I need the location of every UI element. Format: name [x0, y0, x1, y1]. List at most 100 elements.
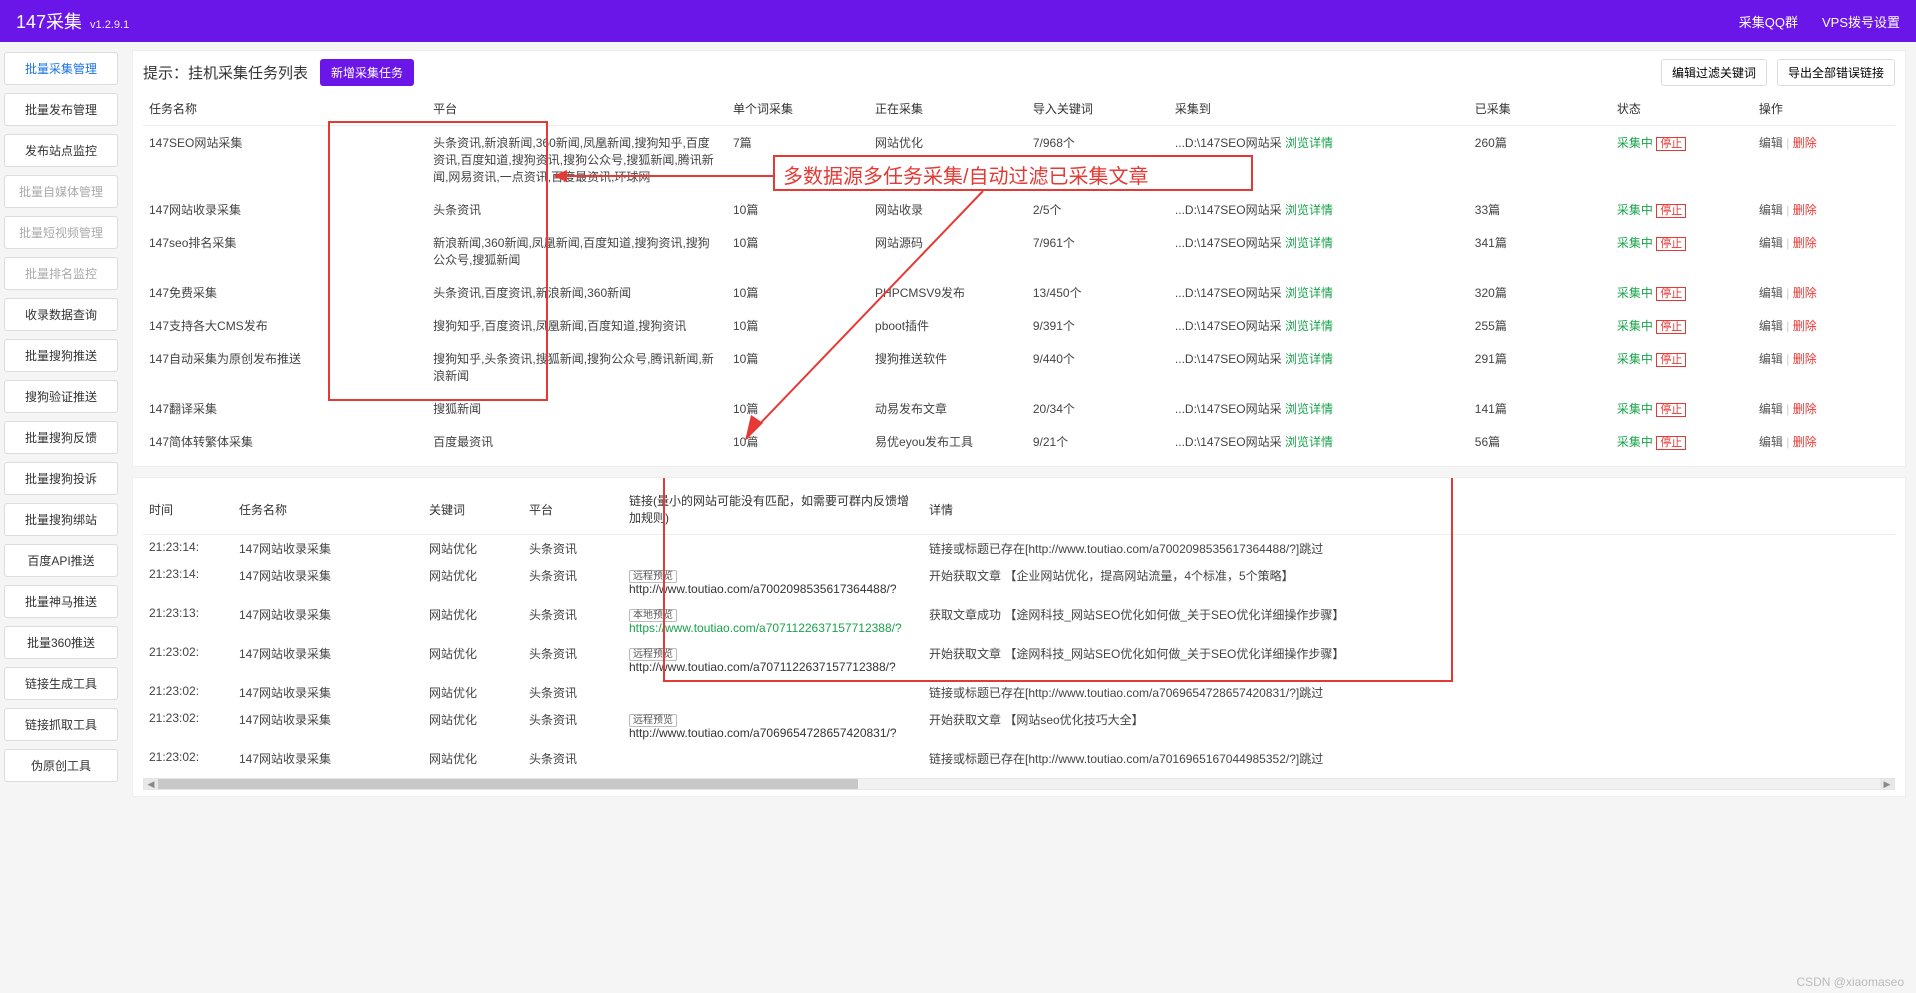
sidebar-item-16[interactable]: 链接抓取工具 [4, 708, 118, 741]
edit-link[interactable]: 编辑 [1759, 402, 1783, 416]
log-task: 147网站收录采集 [233, 601, 423, 640]
task-row[interactable]: 147翻译采集搜狐新闻10篇动易发布文章20/34个...D:\147SEO网站… [143, 392, 1895, 425]
stop-button[interactable]: 停止 [1656, 137, 1686, 151]
stop-button[interactable]: 停止 [1656, 204, 1686, 218]
sidebar-item-14[interactable]: 批量360推送 [4, 626, 118, 659]
task-collected: 33篇 [1469, 193, 1611, 226]
scroll-left-arrow[interactable]: ◀ [144, 779, 158, 789]
edit-link[interactable]: 编辑 [1759, 236, 1783, 250]
log-row: 21:23:02:147网站收录采集网站优化头条资讯远程预览http://www… [143, 640, 1895, 679]
task-row[interactable]: 147SEO网站采集头条资讯,新浪新闻,360新闻,凤凰新闻,搜狗知乎,百度资讯… [143, 126, 1895, 194]
tasks-panel-title: 提示：挂机采集任务列表 [143, 62, 308, 83]
browse-details-link[interactable]: 浏览详情 [1285, 435, 1333, 449]
edit-link[interactable]: 编辑 [1759, 352, 1783, 366]
log-url[interactable]: http://www.toutiao.com/a7071122637157712… [629, 660, 896, 674]
delete-link[interactable]: 删除 [1793, 435, 1817, 449]
task-name: 147简体转繁体采集 [143, 425, 427, 458]
sidebar-item-17[interactable]: 伪原创工具 [4, 749, 118, 782]
sidebar-item-10[interactable]: 批量搜狗投诉 [4, 462, 118, 495]
browse-details-link[interactable]: 浏览详情 [1285, 319, 1333, 333]
edit-link[interactable]: 编辑 [1759, 203, 1783, 217]
task-row[interactable]: 147支持各大CMS发布搜狗知乎,百度资讯,凤凰新闻,百度知道,搜狗资讯10篇p… [143, 309, 1895, 342]
sidebar-item-9[interactable]: 批量搜狗反馈 [4, 421, 118, 454]
task-collecting: 网站优化 [869, 126, 1027, 194]
delete-link[interactable]: 删除 [1793, 203, 1817, 217]
stop-button[interactable]: 停止 [1656, 237, 1686, 251]
sidebar-item-6[interactable]: 收录数据查询 [4, 298, 118, 331]
browse-details-link[interactable]: 浏览详情 [1285, 136, 1333, 150]
task-collected: 56篇 [1469, 425, 1611, 458]
stop-button[interactable]: 停止 [1656, 320, 1686, 334]
delete-link[interactable]: 删除 [1793, 286, 1817, 300]
edit-link[interactable]: 编辑 [1759, 136, 1783, 150]
sidebar-item-15[interactable]: 链接生成工具 [4, 667, 118, 700]
task-ops: 编辑 | 删除 [1753, 309, 1895, 342]
browse-details-link[interactable]: 浏览详情 [1285, 203, 1333, 217]
task-per: 10篇 [727, 226, 869, 276]
sidebar-item-8[interactable]: 搜狗验证推送 [4, 380, 118, 413]
browse-details-link[interactable]: 浏览详情 [1285, 402, 1333, 416]
log-url[interactable]: https://www.toutiao.com/a707112263715771… [629, 621, 902, 635]
delete-link[interactable]: 删除 [1793, 402, 1817, 416]
task-status: 采集中 停止 [1611, 126, 1753, 194]
task-row[interactable]: 147免费采集头条资讯,百度资讯,新浪新闻,360新闻10篇PHPCMSV9发布… [143, 276, 1895, 309]
edit-filter-button[interactable]: 编辑过滤关键词 [1661, 59, 1767, 86]
log-detail: 链接或标题已存在[http://www.toutiao.com/a7069654… [923, 679, 1895, 706]
export-errors-button[interactable]: 导出全部错误链接 [1777, 59, 1895, 86]
sidebar-item-7[interactable]: 批量搜狗推送 [4, 339, 118, 372]
delete-link[interactable]: 删除 [1793, 319, 1817, 333]
edit-link[interactable]: 编辑 [1759, 286, 1783, 300]
log-time: 21:23:14: [143, 562, 233, 601]
new-task-button[interactable]: 新增采集任务 [320, 59, 414, 86]
status-collecting-label: 采集中 [1617, 319, 1653, 333]
sidebar-item-2[interactable]: 发布站点监控 [4, 134, 118, 167]
sidebar-item-3: 批量自媒体管理 [4, 175, 118, 208]
status-collecting-label: 采集中 [1617, 286, 1653, 300]
task-row[interactable]: 147网站收录采集头条资讯10篇网站收录2/5个...D:\147SEO网站采 … [143, 193, 1895, 226]
edit-link[interactable]: 编辑 [1759, 319, 1783, 333]
log-url[interactable]: http://www.toutiao.com/a7002098535617364… [629, 582, 897, 596]
horizontal-scrollbar[interactable]: ◀ ▶ [143, 778, 1895, 790]
task-collecting: 网站收录 [869, 193, 1027, 226]
browse-details-link[interactable]: 浏览详情 [1285, 352, 1333, 366]
log-platform: 头条资讯 [523, 640, 623, 679]
app-header: 147采集 v1.2.9.1 采集QQ群 VPS拨号设置 [0, 0, 1916, 42]
tasks-col-8: 操作 [1753, 92, 1895, 126]
task-per: 10篇 [727, 276, 869, 309]
header-link-vps[interactable]: VPS拨号设置 [1822, 12, 1900, 31]
edit-link[interactable]: 编辑 [1759, 435, 1783, 449]
log-time: 21:23:02: [143, 640, 233, 679]
sidebar-item-13[interactable]: 批量神马推送 [4, 585, 118, 618]
stop-button[interactable]: 停止 [1656, 403, 1686, 417]
sidebar-item-12[interactable]: 百度API推送 [4, 544, 118, 577]
log-col-5: 详情 [923, 484, 1895, 535]
main-content: 提示：挂机采集任务列表 新增采集任务 编辑过滤关键词 导出全部错误链接 任务名称… [122, 42, 1916, 807]
task-row[interactable]: 147简体转繁体采集百度最资讯10篇易优eyou发布工具9/21个...D:\1… [143, 425, 1895, 458]
task-collected: 341篇 [1469, 226, 1611, 276]
log-keyword: 网站优化 [423, 601, 523, 640]
sidebar-item-11[interactable]: 批量搜狗绑站 [4, 503, 118, 536]
task-keywords: 7/961个 [1027, 226, 1169, 276]
log-url[interactable]: http://www.toutiao.com/a7069654728657420… [629, 726, 897, 740]
browse-details-link[interactable]: 浏览详情 [1285, 286, 1333, 300]
log-row: 21:23:13:147网站收录采集网站优化头条资讯本地预览https://ww… [143, 601, 1895, 640]
scroll-right-arrow[interactable]: ▶ [1880, 779, 1894, 789]
delete-link[interactable]: 删除 [1793, 136, 1817, 150]
task-row[interactable]: 147seo排名采集新浪新闻,360新闻,凤凰新闻,百度知道,搜狗资讯,搜狗公众… [143, 226, 1895, 276]
log-link: 远程预览http://www.toutiao.com/a706965472865… [623, 706, 923, 745]
log-time: 21:23:02: [143, 706, 233, 745]
log-task: 147网站收录采集 [233, 679, 423, 706]
sidebar-item-1[interactable]: 批量发布管理 [4, 93, 118, 126]
delete-link[interactable]: 删除 [1793, 352, 1817, 366]
task-row[interactable]: 147自动采集为原创发布推送搜狗知乎,头条资讯,搜狐新闻,搜狗公众号,腾讯新闻,… [143, 342, 1895, 392]
browse-details-link[interactable]: 浏览详情 [1285, 236, 1333, 250]
header-link-qq[interactable]: 采集QQ群 [1739, 12, 1798, 31]
tasks-col-6: 已采集 [1469, 92, 1611, 126]
stop-button[interactable]: 停止 [1656, 287, 1686, 301]
stop-button[interactable]: 停止 [1656, 436, 1686, 450]
stop-button[interactable]: 停止 [1656, 353, 1686, 367]
sidebar-item-0[interactable]: 批量采集管理 [4, 52, 118, 85]
delete-link[interactable]: 删除 [1793, 236, 1817, 250]
scroll-thumb[interactable] [158, 779, 858, 789]
app-title: 147采集 [16, 8, 82, 34]
